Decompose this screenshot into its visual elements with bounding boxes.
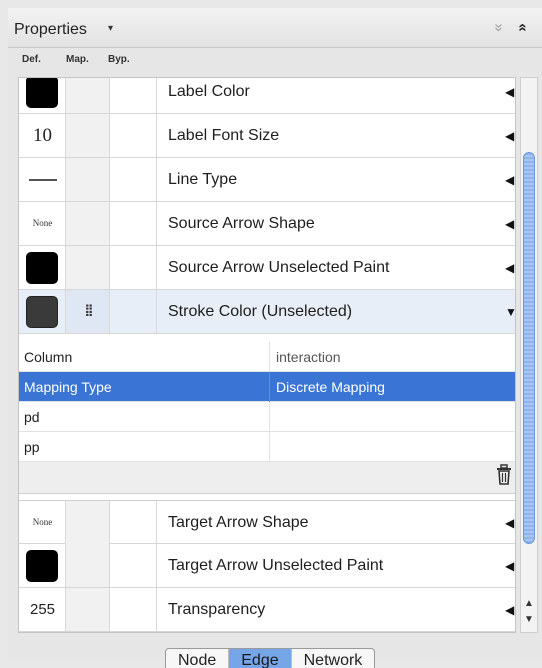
vertical-scrollbar[interactable]: ▲ ▼ — [520, 77, 538, 633]
column-header-def[interactable]: Def. — [22, 54, 41, 65]
column-header-byp[interactable]: Byp. — [108, 54, 130, 65]
property-label: Transparency — [168, 601, 266, 618]
property-row-source-arrow-shape[interactable]: None Source Arrow Shape ◀ — [19, 202, 515, 246]
tab-network[interactable]: Network — [290, 649, 375, 668]
arrow-shape-value: None — [32, 218, 53, 228]
default-cell[interactable] — [19, 290, 66, 333]
color-swatch[interactable] — [26, 78, 58, 108]
default-cell[interactable]: None — [19, 202, 66, 245]
property-label: Source Arrow Unselected Paint — [168, 259, 390, 276]
mapping-cell[interactable]: ⁞⁞ — [66, 290, 110, 333]
scrollbar-thumb[interactable] — [523, 152, 535, 544]
mapping-cell[interactable] — [66, 588, 110, 631]
default-cell[interactable] — [19, 158, 66, 201]
default-cell[interactable]: 255 — [19, 588, 66, 631]
mapping-value[interactable]: Discrete Mapping — [276, 379, 385, 395]
color-swatch[interactable] — [26, 296, 58, 328]
property-label: Label Color — [168, 83, 250, 100]
expand-arrow-icon[interactable]: ◀ — [505, 85, 514, 99]
bypass-cell[interactable] — [110, 588, 157, 631]
bypass-cell[interactable] — [110, 158, 157, 201]
arrow-shape-value: None — [32, 517, 53, 527]
mapping-cell[interactable] — [66, 202, 110, 245]
property-label: Source Arrow Shape — [168, 215, 315, 232]
mapping-editor: Column interaction Mapping Type Discrete… — [19, 342, 515, 494]
bypass-cell[interactable] — [110, 114, 157, 157]
visual-property-list: Label Color ◀ 10 Label Font Size ◀ Line … — [18, 77, 516, 633]
bypass-cell[interactable] — [110, 246, 157, 289]
expand-arrow-icon[interactable]: ◀ — [505, 261, 514, 275]
scroll-up-arrow-icon[interactable]: ▲ — [524, 598, 534, 609]
panel-header: Properties ▾ » « — [8, 8, 542, 48]
property-label: Target Arrow Unselected Paint — [168, 557, 384, 574]
bypass-cell[interactable] — [110, 202, 157, 245]
scroll-down-arrow-icon[interactable]: ▼ — [524, 614, 534, 625]
transparency-value: 255 — [29, 601, 56, 618]
properties-panel: Properties ▾ » « Def. Map. Byp. Label Co… — [8, 8, 542, 668]
property-row-label-color[interactable]: Label Color ◀ — [19, 78, 515, 114]
property-row-line-type[interactable]: Line Type ◀ — [19, 158, 515, 202]
trash-icon[interactable] — [495, 464, 513, 486]
expand-all-icon[interactable]: « — [515, 23, 532, 31]
tab-node[interactable]: Node — [166, 649, 228, 668]
property-row-source-arrow-unselected-paint[interactable]: Source Arrow Unselected Paint ◀ — [19, 246, 515, 290]
bypass-cell[interactable] — [110, 544, 157, 587]
property-row-target-arrow-shape[interactable]: None Target Arrow Shape ◀ — [19, 500, 515, 544]
bypass-cell[interactable] — [110, 290, 157, 333]
mapping-cell[interactable] — [66, 501, 110, 544]
color-swatch[interactable] — [26, 550, 58, 582]
property-label: Target Arrow Shape — [168, 514, 309, 531]
default-cell[interactable]: None — [19, 501, 66, 544]
mapping-row-pp[interactable]: pp — [19, 432, 515, 462]
font-size-value: 10 — [33, 125, 52, 146]
bypass-cell[interactable] — [110, 78, 157, 113]
expand-arrow-icon[interactable]: ◀ — [505, 129, 514, 143]
default-cell[interactable] — [19, 246, 66, 289]
mapping-key: Mapping Type — [24, 379, 112, 395]
line-type-icon — [29, 179, 57, 181]
property-row-label-font-size[interactable]: 10 Label Font Size ◀ — [19, 114, 515, 158]
mapping-cell[interactable] — [66, 78, 110, 113]
cell-divider — [269, 432, 270, 462]
default-cell[interactable] — [19, 544, 66, 587]
mapping-cell[interactable] — [66, 246, 110, 289]
column-header-map[interactable]: Map. — [66, 54, 89, 65]
mapping-cell[interactable] — [66, 114, 110, 157]
default-cell[interactable] — [19, 78, 66, 113]
property-row-target-arrow-unselected-paint[interactable]: Target Arrow Unselected Paint ◀ — [19, 544, 515, 588]
mapping-key: pd — [24, 409, 40, 425]
property-label: Line Type — [168, 171, 238, 188]
expand-arrow-icon[interactable]: ◀ — [505, 559, 514, 573]
cell-divider — [269, 402, 270, 432]
cell-divider — [269, 342, 270, 372]
expand-arrow-icon[interactable]: ◀ — [505, 173, 514, 187]
mapping-cell[interactable] — [66, 544, 110, 587]
cell-divider — [269, 372, 270, 402]
mapping-row-mapping-type[interactable]: Mapping Type Discrete Mapping — [19, 372, 515, 402]
style-tabs: Node Edge Network — [165, 648, 376, 668]
default-cell[interactable]: 10 — [19, 114, 66, 157]
mapping-cell[interactable] — [66, 158, 110, 201]
property-row-stroke-color-unselected[interactable]: ⁞⁞ Stroke Color (Unselected) ▼ — [19, 290, 515, 334]
property-row-transparency[interactable]: 255 Transparency ◀ — [19, 588, 515, 632]
mapping-value[interactable]: interaction — [276, 349, 341, 365]
panel-title: Properties — [14, 21, 87, 38]
mapping-key: Column — [24, 349, 73, 365]
discrete-mapping-icon: ⁞⁞ — [84, 303, 94, 320]
property-label: Label Font Size — [168, 127, 280, 144]
collapse-arrow-icon[interactable]: ▼ — [505, 305, 515, 319]
expand-arrow-icon[interactable]: ◀ — [505, 217, 514, 231]
mapping-key: pp — [24, 439, 40, 455]
mapping-row-pd[interactable]: pd — [19, 402, 515, 432]
expand-arrow-icon[interactable]: ◀ — [505, 516, 514, 530]
property-label: Stroke Color (Unselected) — [168, 303, 353, 320]
panel-menu-caret-icon[interactable]: ▾ — [108, 23, 113, 34]
collapse-all-icon[interactable]: » — [491, 23, 508, 31]
tab-edge[interactable]: Edge — [228, 649, 291, 668]
expand-arrow-icon[interactable]: ◀ — [505, 603, 514, 617]
mapping-row-column[interactable]: Column interaction — [19, 342, 515, 372]
bypass-cell[interactable] — [110, 501, 157, 544]
color-swatch[interactable] — [26, 252, 58, 284]
